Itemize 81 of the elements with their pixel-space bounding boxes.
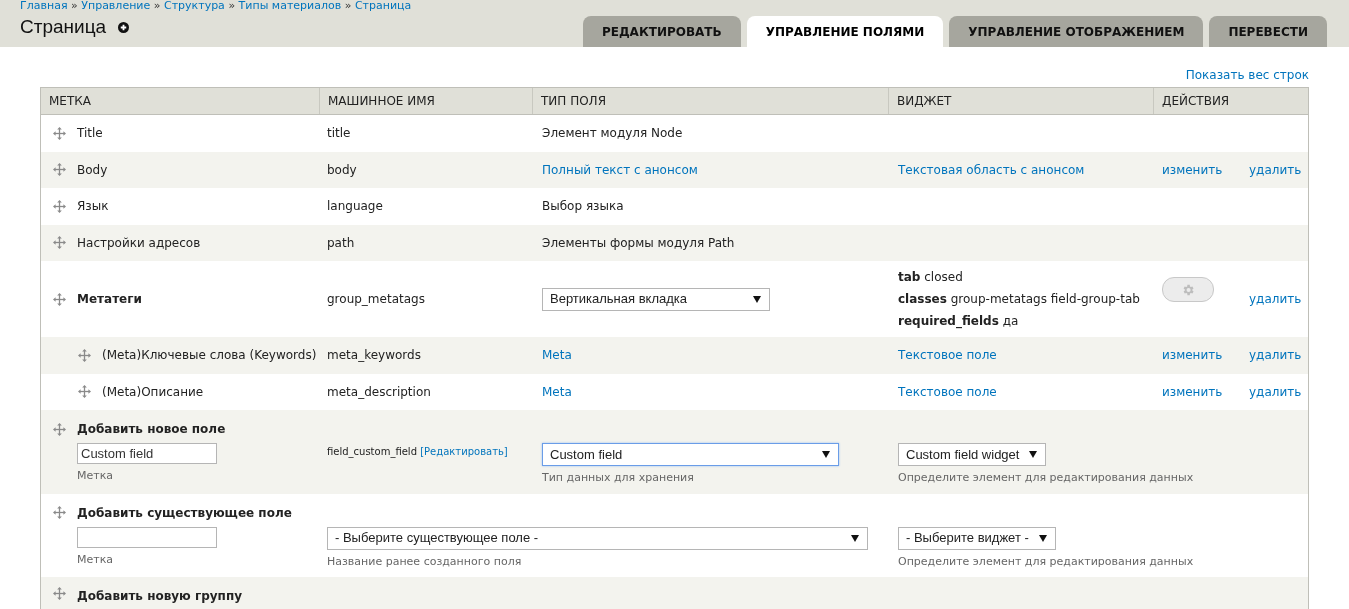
machine-name: body [326,161,358,179]
tab[interactable]: ПЕРЕВЕСТИ [1209,16,1327,47]
drag-handle-icon[interactable] [53,163,66,177]
field-type: Выбор языка [542,199,624,214]
section-title: Добавить существующее поле [77,504,292,522]
edit-link[interactable]: изменить [1162,348,1223,363]
tab[interactable]: УПРАВЛЕНИЕ ПОЛЯМИ [746,16,944,47]
select-dropdown[interactable]: Custom field widget [898,443,1047,466]
field-hint: Определите элемент для редактирования данных [898,470,1195,486]
field-label: (Meta)Описание [102,383,204,401]
settings-button[interactable] [1162,277,1214,302]
drag-handle-icon[interactable] [78,385,91,399]
column-header: МЕТКА [48,93,92,110]
field-label: Body [77,161,108,179]
field-type: Элемент модуля Node [542,126,683,141]
caret-icon [1038,534,1047,542]
add-shortcut-icon[interactable] [118,21,130,33]
machine-name: title [326,125,352,143]
caret-icon [1029,451,1038,458]
machine-name: field_custom_field [327,446,417,457]
select-dropdown[interactable]: Вертикальная вкладка [542,287,770,311]
field-hint: Определите элемент для редактирования данных [898,553,1195,570]
widget-link[interactable]: Текстовое поле [898,348,997,363]
field-label: (Meta)Ключевые слова (Keywords) [102,347,317,365]
column-header: ТИП ПОЛЯ [532,88,888,114]
field-type-link[interactable]: Полный текст с анонсом [542,162,698,177]
delete-link[interactable]: удалить [1249,292,1302,306]
section-title: Добавить новое поле [77,421,226,438]
field-hint: Название ранее созданного поля [327,553,523,570]
machine-name: meta_description [326,383,432,401]
drag-handle-icon[interactable] [53,292,66,306]
drag-handle-icon[interactable] [53,199,66,213]
machine-name: language [326,198,384,216]
drag-handle-icon[interactable] [53,236,66,250]
edit-link[interactable]: изменить [1162,162,1223,177]
field-type: Элементы формы модуля Path [542,235,735,250]
delete-link[interactable]: удалить [1249,162,1302,177]
show-row-weights-link[interactable]: Показать вес строк [1185,66,1309,84]
drag-handle-icon[interactable] [53,422,66,436]
caret-icon [851,534,859,542]
page-title: Страница [20,15,107,39]
drag-handle-icon[interactable] [53,506,66,519]
column-header: ВИДЖЕТ [888,88,1153,114]
field-hint: Тип данных для хранения [542,470,695,486]
select-dropdown[interactable]: - Выберите виджет - [898,526,1056,550]
machine-name: path [326,234,356,252]
field-hint: Метка [77,551,115,568]
settings-icon [1181,282,1195,297]
caret-icon [822,451,830,458]
column-header: ДЕЙСТВИЯ [1153,88,1310,114]
drag-handle-icon[interactable] [53,587,66,600]
select-dropdown[interactable]: - Выберите существующее поле - [327,526,868,550]
setting-line: required_fields да [898,313,1020,330]
field-hint: Метка [77,468,115,484]
setting-line: tab closed [898,269,964,286]
edit-link[interactable]: изменить [1162,384,1223,399]
field-label: Настройки адресов [77,234,201,252]
breadcrumb: Главная » Управление » Структура » Типы материалов » Страница [20,0,412,12]
machine-name: group_metatags [326,291,426,308]
field-type-link[interactable]: Meta [542,348,572,363]
setting-line: classes group-metatags field-group-tab [898,291,1141,308]
tab[interactable]: УПРАВЛЕНИЕ ОТОБРАЖЕНИЕМ [949,16,1204,47]
field-label: Язык [77,198,109,216]
select-dropdown[interactable]: Custom field [542,443,839,466]
drag-handle-icon[interactable] [78,348,91,362]
delete-link[interactable]: удалить [1249,384,1302,399]
delete-link[interactable]: удалить [1249,348,1302,363]
widget-link[interactable]: Текстовая область с анонсом [898,162,1085,177]
tab[interactable]: РЕДАКТИРОВАТЬ [582,16,741,47]
column-header: МАШИННОЕ ИМЯ [319,88,532,114]
field-label: Title [77,125,103,143]
section-title: Добавить новую группу [77,588,242,605]
label-input[interactable] [77,526,217,548]
caret-icon [753,295,761,303]
drag-handle-icon[interactable] [53,126,66,140]
edit-machine-name-link[interactable]: [Редактировать] [420,446,508,457]
label-input[interactable]: Custom field [77,443,217,464]
group-label: Метатеги [77,291,142,308]
widget-link[interactable]: Текстовое поле [898,384,997,399]
machine-name: meta_keywords [326,347,422,365]
field-type-link[interactable]: Meta [542,384,572,399]
